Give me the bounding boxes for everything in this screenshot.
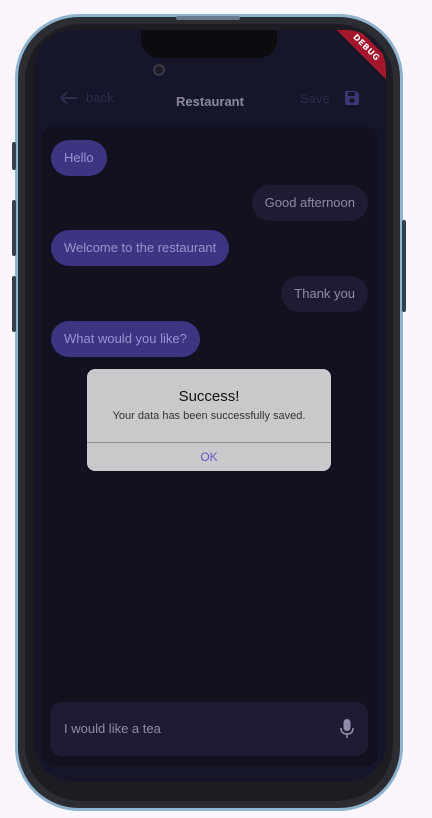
- phone-side-button: [12, 142, 16, 170]
- ok-button[interactable]: OK: [87, 443, 331, 471]
- success-dialog: Success! Your data has been successfully…: [87, 369, 331, 471]
- phone-volume-up-button: [12, 200, 16, 256]
- dialog-title: Success!: [178, 388, 240, 405]
- phone-power-button: [402, 220, 406, 312]
- phone-top-speaker: [176, 16, 240, 20]
- dialog-message: Your data has been successfully saved.: [112, 410, 306, 422]
- screen: back Restaurant Save Hello Good afternoo…: [34, 30, 386, 782]
- phone-volume-down-button: [12, 276, 16, 332]
